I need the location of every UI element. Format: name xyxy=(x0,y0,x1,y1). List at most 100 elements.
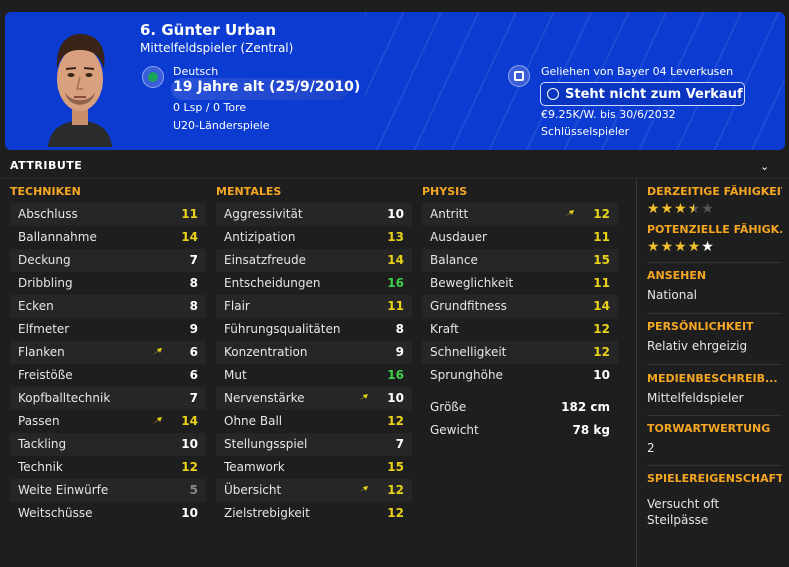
attribute-row[interactable]: Deckung 7 xyxy=(10,249,206,272)
attribute-value: 15 xyxy=(593,253,610,267)
attribute-row[interactable]: Aggressivität 10 xyxy=(216,203,412,226)
media-description: MEDIENBESCHREIB... Mittelfeldspieler xyxy=(647,372,782,405)
traits-label: SPIELEREIGENSCHAFT xyxy=(647,472,782,485)
attribute-name: Mut xyxy=(224,368,247,382)
attribute-value: 14 xyxy=(181,230,198,244)
contract-wage: €9.25K/W. bis 30/6/2032 xyxy=(541,108,676,121)
attribute-row[interactable]: Grundfitness 14 xyxy=(422,295,618,318)
attribute-row[interactable]: Freistöße 6 xyxy=(10,364,206,387)
transfer-status-label: Steht nicht zum Verkauf xyxy=(565,86,743,102)
attribute-name: Kopfballtechnik xyxy=(18,391,111,405)
attribute-row[interactable]: Passen 14 xyxy=(10,410,206,433)
attribute-row[interactable]: Ausdauer 11 xyxy=(422,226,618,249)
attribute-value: 9 xyxy=(189,322,198,336)
attribute-row[interactable]: Beweglichkeit 11 xyxy=(422,272,618,295)
attribute-value: 6 xyxy=(189,345,198,359)
separator xyxy=(647,415,782,416)
attribute-row[interactable]: Balance 15 xyxy=(422,249,618,272)
dfb-badge-icon[interactable] xyxy=(142,66,164,88)
attribute-row[interactable]: Weitschüsse 10 xyxy=(10,502,206,525)
attribute-row[interactable]: Nervenstärke 10 xyxy=(216,387,412,410)
attribute-name: Balance xyxy=(430,253,478,267)
attribute-row[interactable]: Sprunghöhe 10 xyxy=(422,364,618,387)
attribute-name: Freistöße xyxy=(18,368,73,382)
physical-heading: PHYSIS xyxy=(422,185,468,198)
section-title: ATTRIBUTE xyxy=(10,159,83,172)
star-icon: ★ xyxy=(701,239,714,255)
attribute-row[interactable]: Kopfballtechnik 7 xyxy=(10,387,206,410)
attribute-value: 7 xyxy=(395,437,404,451)
chevron-down-icon[interactable]: ⌄ xyxy=(760,160,769,173)
attribute-name: Abschluss xyxy=(18,207,78,221)
attribute-value: 15 xyxy=(387,460,404,474)
transfer-status-button[interactable]: Steht nicht zum Verkauf xyxy=(540,82,745,106)
up-right-arrow-icon xyxy=(152,417,162,424)
attribute-row[interactable]: Dribbling 8 xyxy=(10,272,206,295)
attribute-row[interactable]: Flanken 6 xyxy=(10,341,206,364)
current-ability[interactable]: DERZEITIGE FÄHIGKEIT ★ ★ ★ ★ ★ xyxy=(647,185,782,216)
attribute-row[interactable]: Tackling 10 xyxy=(10,433,206,456)
attribute-row[interactable]: Entscheidungen 16 xyxy=(216,272,412,295)
attribute-row[interactable]: Stellungsspiel 7 xyxy=(216,433,412,456)
sidebar-divider xyxy=(636,180,637,567)
separator xyxy=(647,465,782,466)
attribute-value: 11 xyxy=(387,299,404,313)
attribute-row[interactable]: Flair 11 xyxy=(216,295,412,318)
star-icon: ★ xyxy=(647,201,660,217)
measure-name: Gewicht xyxy=(430,423,479,437)
attribute-value: 16 xyxy=(387,368,404,382)
attribute-name: Flanken xyxy=(18,345,65,359)
attribute-row[interactable]: Technik 12 xyxy=(10,456,206,479)
attribute-row[interactable]: Antritt 12 xyxy=(422,203,618,226)
attribute-row[interactable]: Einsatzfreude 14 xyxy=(216,249,412,272)
attribute-name: Weitschüsse xyxy=(18,506,93,520)
attribute-row[interactable]: Kraft 12 xyxy=(422,318,618,341)
attribute-row[interactable]: Ecken 8 xyxy=(10,295,206,318)
current-ability-label: DERZEITIGE FÄHIGKEIT xyxy=(647,185,782,198)
u20-caps-link[interactable]: U20-Länderspiele xyxy=(173,119,270,132)
separator xyxy=(647,313,782,314)
attribute-row[interactable]: Weite Einwürfe 5 xyxy=(10,479,206,502)
attribute-row[interactable]: Schnelligkeit 12 xyxy=(422,341,618,364)
attribute-value: 7 xyxy=(189,253,198,267)
attribute-name: Deckung xyxy=(18,253,71,267)
attribute-name: Einsatzfreude xyxy=(224,253,307,267)
attribute-value: 10 xyxy=(181,506,198,520)
attribute-name: Technik xyxy=(18,460,63,474)
attribute-row[interactable]: Teamwork 15 xyxy=(216,456,412,479)
attribute-name: Ecken xyxy=(18,299,54,313)
attribute-name: Entscheidungen xyxy=(224,276,321,290)
reputation-value: National xyxy=(647,288,698,302)
attribute-name: Dribbling xyxy=(18,276,73,290)
attribute-row[interactable]: Ballannahme 14 xyxy=(10,226,206,249)
personality-label: PERSÖNLICHKEIT xyxy=(647,320,754,333)
attribute-name: Konzentration xyxy=(224,345,308,359)
attribute-row[interactable]: Zielstrebigkeit 12 xyxy=(216,502,412,525)
attribute-value: 10 xyxy=(387,207,404,221)
nationality: Deutsch xyxy=(173,65,219,78)
attribute-row[interactable]: Elfmeter 9 xyxy=(10,318,206,341)
attribute-row[interactable]: Konzentration 9 xyxy=(216,341,412,364)
attribute-value: 12 xyxy=(387,414,404,428)
attribute-name: Passen xyxy=(18,414,60,428)
player-avatar[interactable] xyxy=(30,17,130,147)
club-badge-icon[interactable] xyxy=(508,65,530,87)
attribute-row[interactable]: Ohne Ball 12 xyxy=(216,410,412,433)
attribute-row[interactable]: Führungsqualitäten 8 xyxy=(216,318,412,341)
attribute-value: 12 xyxy=(593,322,610,336)
attribute-row[interactable]: Abschluss 11 xyxy=(10,203,206,226)
attribute-row[interactable]: Antizipation 13 xyxy=(216,226,412,249)
attribute-value: 10 xyxy=(387,391,404,405)
potential-ability[interactable]: POTENZIELLE FÄHIGK... ★ ★ ★ ★ ★ xyxy=(647,223,782,254)
attribute-value: 12 xyxy=(387,483,404,497)
trait-value: Steilpässe xyxy=(647,513,709,527)
attribute-row[interactable]: Übersicht 12 xyxy=(216,479,412,502)
attribute-value: 7 xyxy=(189,391,198,405)
attribute-row[interactable]: Mut 16 xyxy=(216,364,412,387)
separator xyxy=(647,262,782,263)
attribute-value: 12 xyxy=(181,460,198,474)
star-icon: ★ xyxy=(674,239,687,255)
loan-info[interactable]: Geliehen von Bayer 04 Leverkusen xyxy=(541,65,733,78)
measure-value: 182 cm xyxy=(561,400,610,414)
attribute-name: Zielstrebigkeit xyxy=(224,506,310,520)
